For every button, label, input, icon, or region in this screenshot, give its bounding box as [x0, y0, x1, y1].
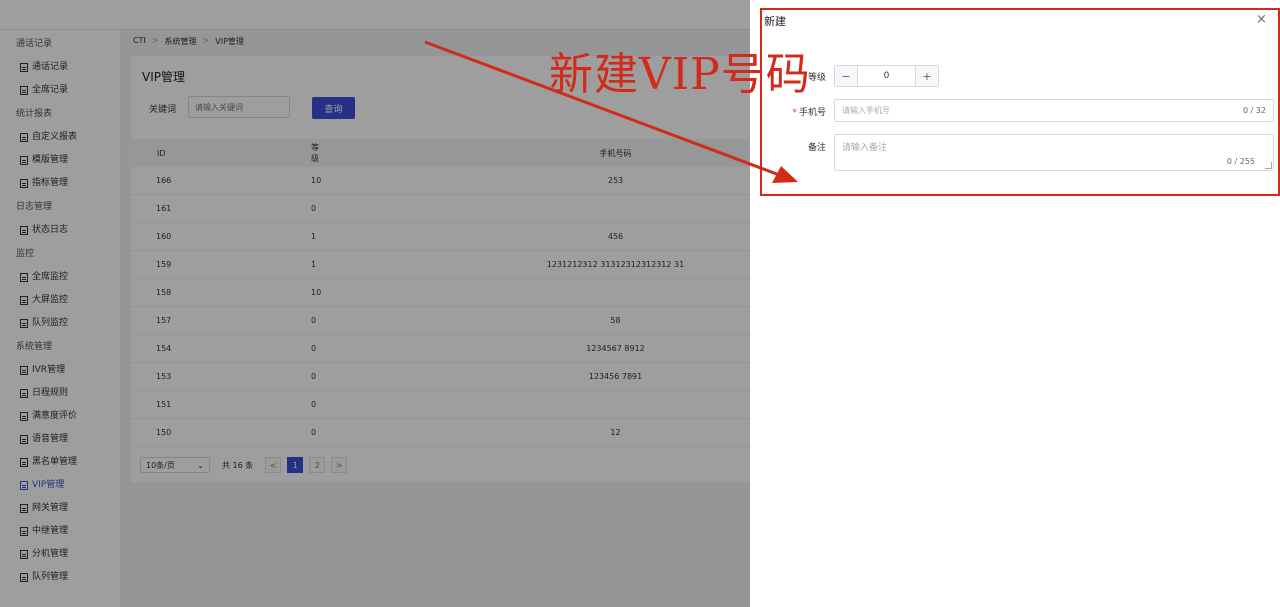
annotation-text: 新建VIP号码	[549, 49, 811, 100]
annotation-box	[760, 8, 1280, 196]
